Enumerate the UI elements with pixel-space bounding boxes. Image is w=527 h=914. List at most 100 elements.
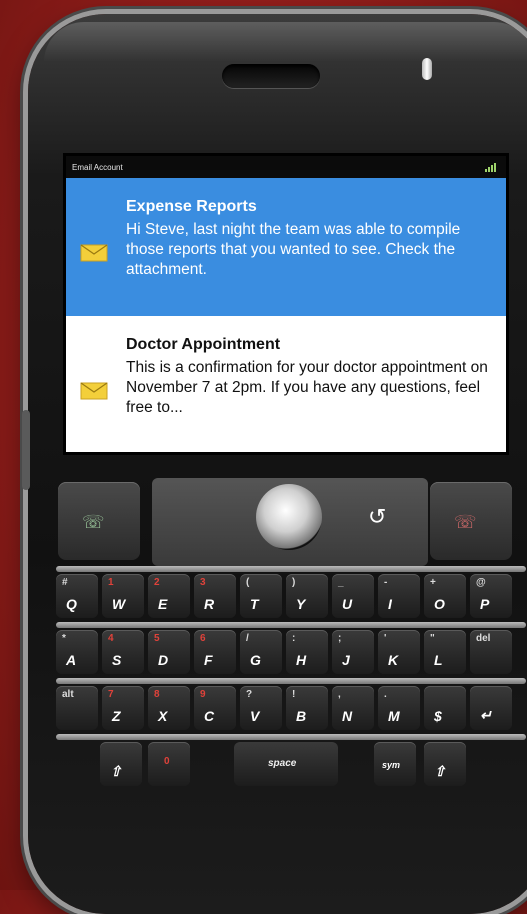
key-main-label: G (250, 652, 261, 668)
key-alt-label: _ (338, 577, 344, 588)
notification-led (422, 58, 432, 80)
key-i[interactable]: -I (378, 574, 420, 618)
call-button[interactable]: ☏ (58, 482, 140, 560)
key-alt-label: 4 (108, 633, 114, 644)
key-main-label: Z (112, 708, 121, 724)
key-t[interactable]: (T (240, 574, 282, 618)
key-o[interactable]: + O (424, 574, 466, 618)
shift-right-key[interactable]: ⇧ (424, 742, 466, 786)
side-convenience-key[interactable] (22, 410, 30, 490)
key-alt-label: 8 (154, 689, 160, 700)
message-item-expense-reports[interactable]: Expense Reports Hi Steve, last night the… (66, 178, 506, 316)
key-alt-label: / (246, 633, 249, 644)
key-main-label: U (342, 596, 353, 612)
key-g[interactable]: / G (240, 630, 282, 674)
key-alt-label: " (430, 633, 435, 644)
keyboard-row-4: ⇧ 0 space sym ⇧ (56, 740, 522, 790)
key-alt-label: ? (246, 689, 253, 700)
key-y[interactable]: ) Y (286, 574, 328, 618)
shift-left-key[interactable]: ⇧ (100, 742, 142, 786)
key-main-label: W (112, 596, 126, 612)
key-v[interactable]: ? V (240, 686, 282, 730)
key-alt-label: 9 (200, 689, 206, 700)
key-z[interactable]: 7Z (102, 686, 144, 730)
key-main-label: T (250, 596, 259, 612)
key-r[interactable]: 3R (194, 574, 236, 618)
key-alt-label: ; (338, 633, 342, 644)
key-main-label: O (434, 596, 445, 612)
key-alt-label: 3 (200, 577, 206, 588)
key-x[interactable]: 8X (148, 686, 190, 730)
end-call-button[interactable]: ☏ (430, 482, 512, 560)
key-main-label: K (388, 652, 399, 668)
key-a[interactable]: * A (56, 630, 98, 674)
key-n[interactable]: ,N (332, 686, 374, 730)
key-e[interactable]: 2E (148, 574, 190, 618)
key-main-label: C (204, 708, 215, 724)
key-main-label: L (434, 652, 443, 668)
space-key[interactable]: space (234, 742, 338, 786)
key-l[interactable]: " L (424, 630, 466, 674)
zero-key[interactable]: 0 (148, 742, 190, 786)
earpiece (222, 64, 320, 88)
key-alt[interactable]: alt (56, 686, 98, 730)
key-main-label: X (158, 708, 168, 724)
key-alt-label: * (62, 633, 66, 644)
key-main-label: D (158, 652, 169, 668)
keyboard-row-3: alt 7 Z 8 X 9 C? V! B, N. M $ ↵ (56, 684, 522, 734)
message-preview: Hi Steve, last night the team was able t… (126, 221, 461, 278)
key-main-label: Q (66, 596, 77, 612)
key-alt-label: 1 (108, 577, 114, 588)
key-m[interactable]: .M (378, 686, 420, 730)
message-preview: This is a confirmation for your doctor a… (126, 359, 488, 416)
key-f[interactable]: 6F (194, 630, 236, 674)
key-alt-label: ( (246, 577, 250, 588)
sym-key[interactable]: sym (374, 742, 416, 786)
key-u[interactable]: _ U (332, 574, 374, 618)
key-alt-label: 2 (154, 577, 160, 588)
key-↵[interactable]: ↵ (470, 686, 512, 730)
message-item-doctor-appointment[interactable]: Doctor Appointment This is a confirmatio… (66, 316, 506, 452)
key-k[interactable]: ' K (378, 630, 420, 674)
key-alt-label: - (384, 577, 388, 588)
key-main-label: R (204, 596, 215, 612)
key-main-label: $ (434, 708, 442, 724)
envelope-icon (80, 382, 108, 400)
signal-strength-icon (485, 162, 496, 172)
key-alt-label: ' (384, 633, 387, 644)
key-main-label: S (112, 652, 122, 668)
key-alt-label: . (384, 689, 387, 700)
key-main-label: H (296, 652, 307, 668)
key-s[interactable]: 4S (102, 630, 144, 674)
message-subject: Expense Reports (126, 198, 257, 215)
key-main-label: B (296, 708, 307, 724)
key-h[interactable]: :H (286, 630, 328, 674)
key-main-label: ↵ (480, 707, 492, 723)
key-alt-label: @ (476, 577, 486, 588)
key-alt-label: # (62, 577, 68, 588)
key-j[interactable]: ; J (332, 630, 374, 674)
key-alt-label: 6 (200, 633, 206, 644)
key-del[interactable]: del (470, 630, 512, 674)
back-icon[interactable]: ↺ (368, 504, 386, 530)
phone-green-icon: ☏ (82, 512, 105, 532)
key-main-label: J (342, 652, 350, 668)
key-c[interactable]: 9C (194, 686, 236, 730)
key-main-label: N (342, 708, 353, 724)
phone-screen: Email Account Expense Reports Hi Steve, … (66, 156, 506, 452)
key-d[interactable]: 5D (148, 630, 190, 674)
key-w[interactable]: 1W (102, 574, 144, 618)
key-$[interactable]: $ (424, 686, 466, 730)
key-alt-label: ! (292, 689, 296, 700)
key-q[interactable]: # Q (56, 574, 98, 618)
key-alt-label: 5 (154, 633, 160, 644)
key-b[interactable]: ! B (286, 686, 328, 730)
trackball[interactable] (256, 484, 322, 550)
key-main-label: I (388, 596, 392, 612)
key-alt-label: del (476, 633, 491, 644)
key-p[interactable]: @ P (470, 574, 512, 618)
navigation-row: ☏ ↺ ☏ (58, 474, 518, 568)
key-main-label: F (204, 652, 213, 668)
message-subject: Doctor Appointment (126, 336, 281, 353)
key-main-label: E (158, 596, 168, 612)
